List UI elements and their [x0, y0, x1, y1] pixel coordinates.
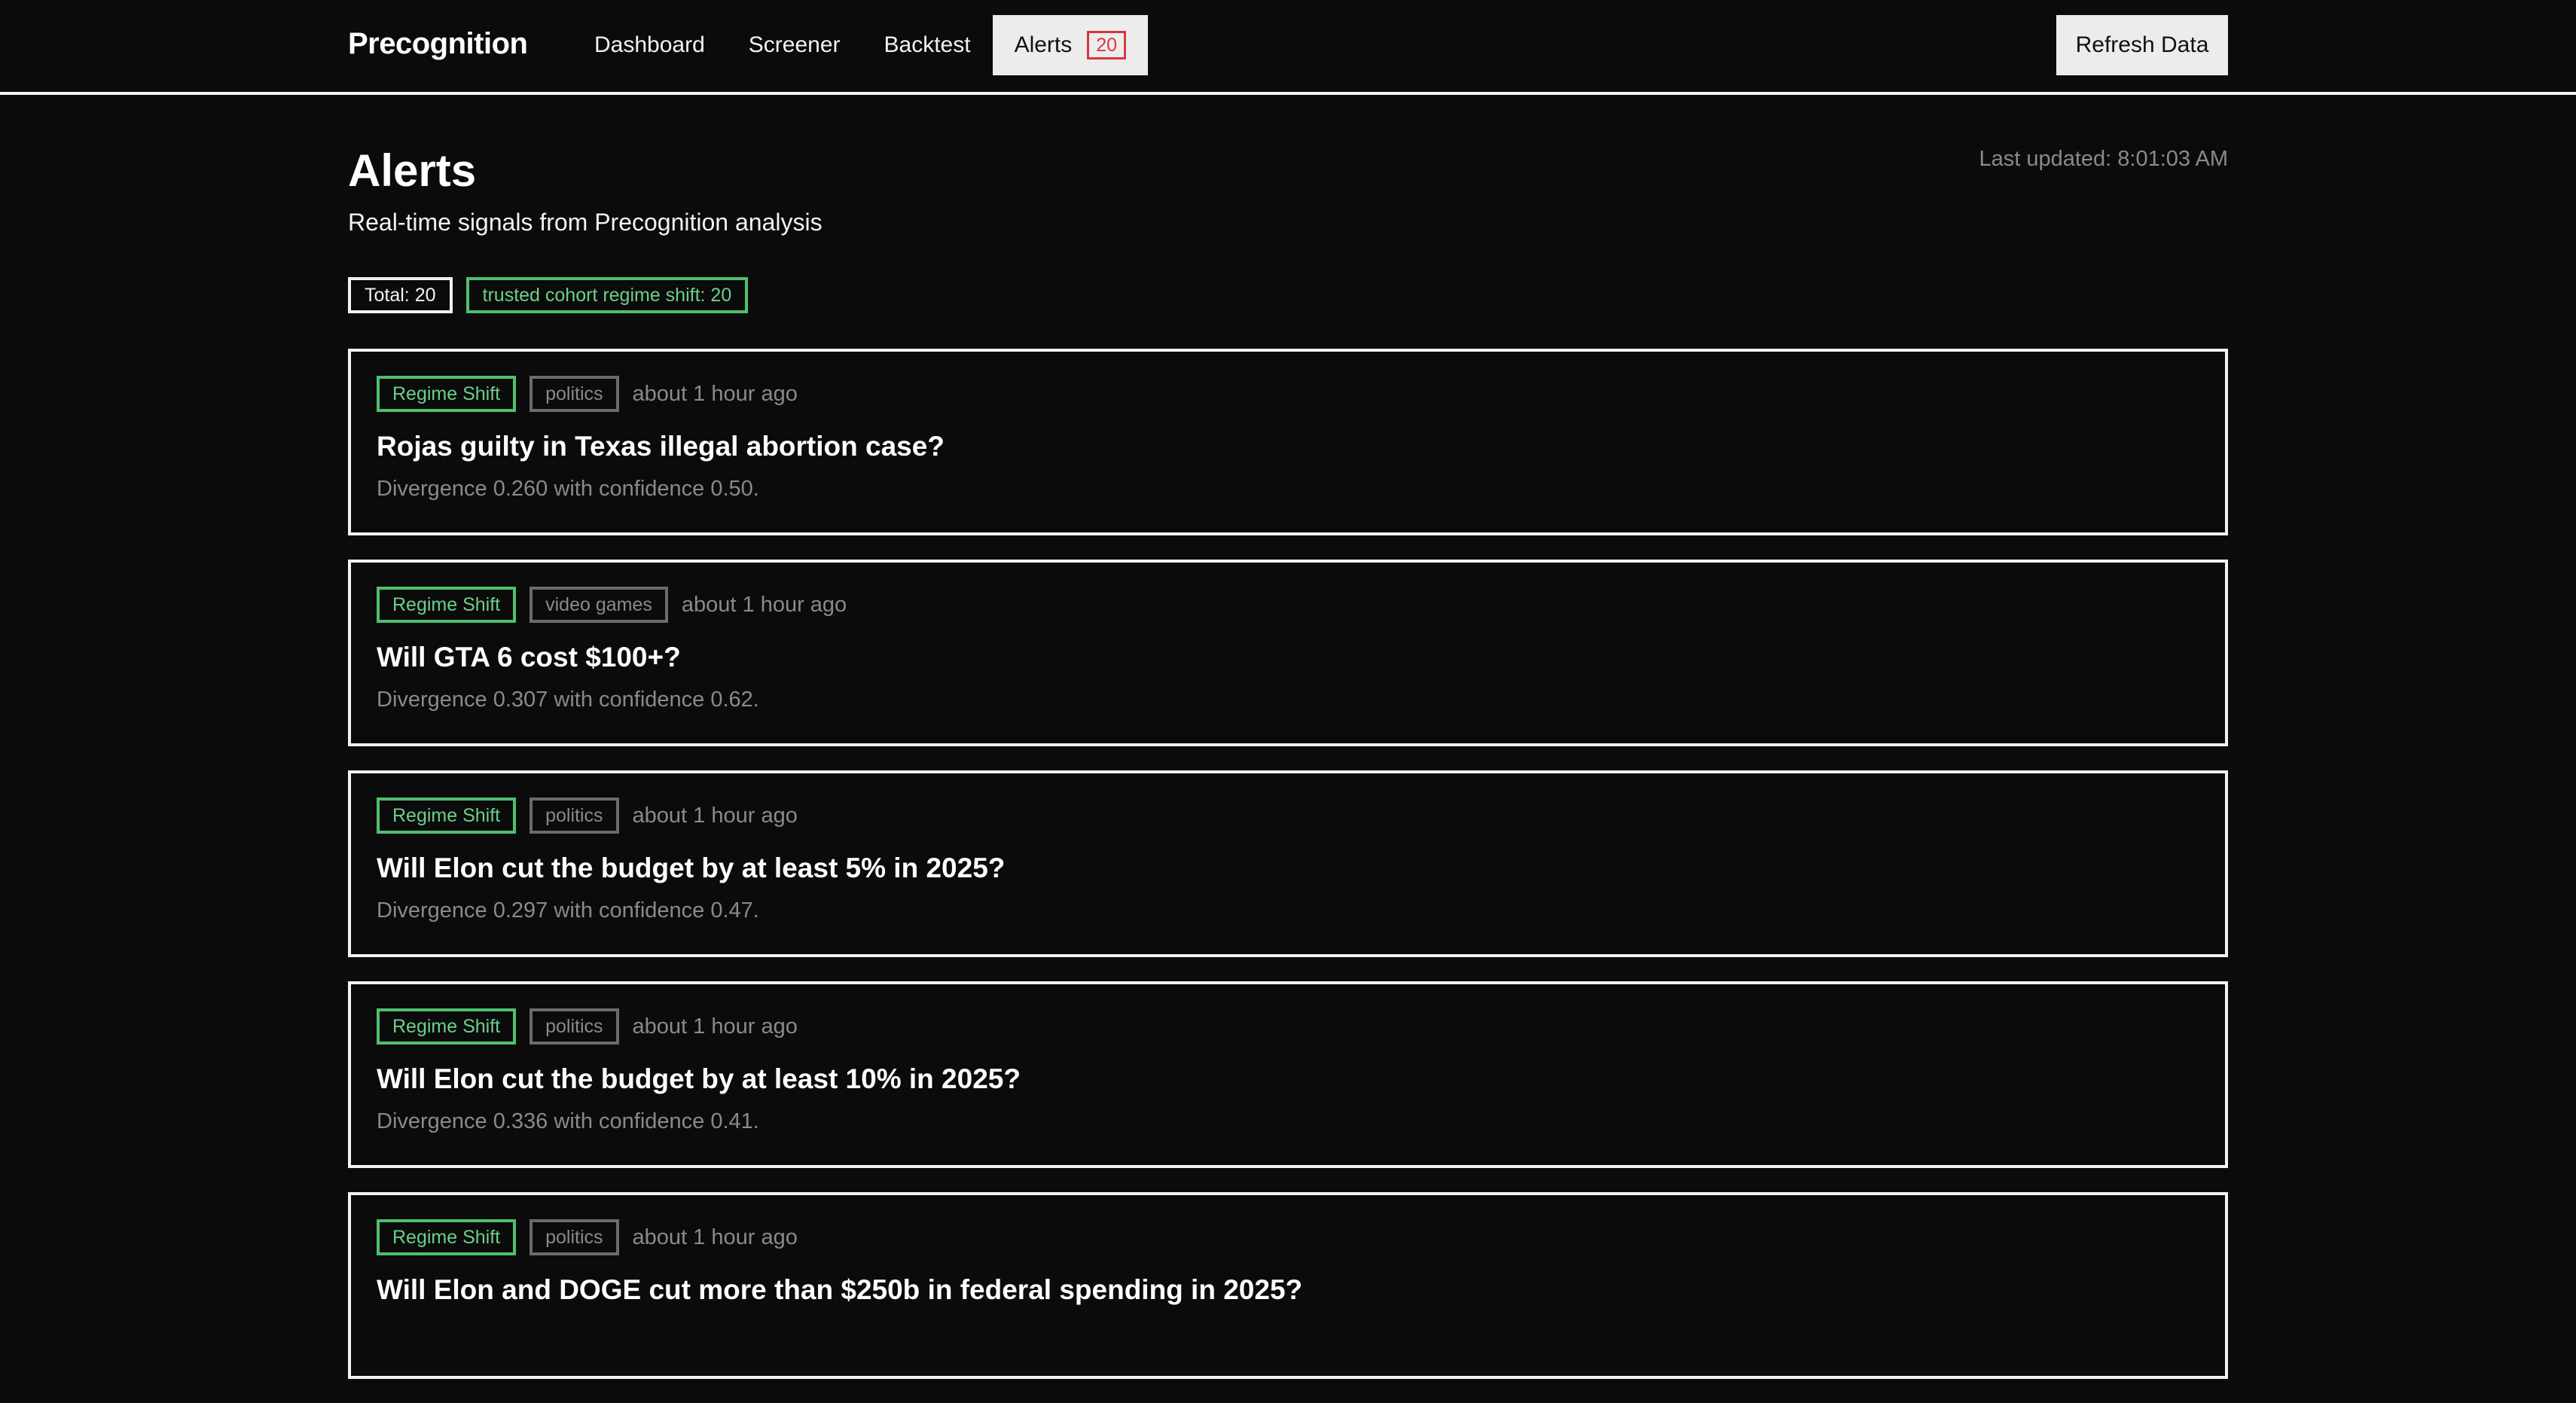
alert-title: Will GTA 6 cost $100+?	[377, 642, 681, 673]
alerts-count-badge: 20	[1087, 31, 1127, 59]
alert-meta: Regime Shift video games about 1 hour ag…	[377, 587, 2199, 623]
regime-shift-count-chip: trusted cohort regime shift: 20	[465, 277, 749, 313]
alert-type-tag: Regime Shift	[377, 798, 517, 834]
alert-category-tag: politics	[530, 376, 619, 412]
alert-description: Divergence 0.297 with confidence 0.47.	[377, 898, 759, 923]
alert-title: Will Elon cut the budget by at least 10%…	[377, 1063, 1021, 1094]
page-subtitle: Real-time signals from Precognition anal…	[348, 209, 823, 236]
brand-logo[interactable]: Precognition	[348, 27, 528, 61]
alert-category-tag: video games	[530, 587, 668, 623]
alert-type-tag: Regime Shift	[377, 376, 517, 412]
alert-type-tag: Regime Shift	[377, 587, 517, 623]
alert-description: Divergence 0.307 with confidence 0.62.	[377, 688, 759, 712]
alert-title: Rojas guilty in Texas illegal abortion c…	[377, 431, 945, 462]
nav-dashboard[interactable]: Dashboard	[572, 15, 727, 75]
alert-summary: Total: 20 trusted cohort regime shift: 2…	[348, 277, 749, 313]
main-nav: Dashboard Screener Backtest Alerts 20	[572, 15, 1149, 75]
top-navigation-bar: Precognition Dashboard Screener Backtest…	[0, 0, 2576, 95]
alert-meta: Regime Shift politics about 1 hour ago	[377, 376, 2199, 412]
alert-category-tag: politics	[530, 798, 619, 834]
alert-type-tag: Regime Shift	[377, 1008, 517, 1045]
alert-title: Will Elon and DOGE cut more than $250b i…	[377, 1274, 1303, 1305]
nav-alerts-label: Alerts	[1014, 32, 1073, 57]
alert-meta: Regime Shift politics about 1 hour ago	[377, 798, 2199, 834]
alert-category-tag: politics	[530, 1008, 619, 1045]
alert-card[interactable]: Regime Shift video games about 1 hour ag…	[348, 560, 2228, 746]
alert-time: about 1 hour ago	[632, 803, 798, 828]
alert-meta: Regime Shift politics about 1 hour ago	[377, 1008, 2199, 1045]
alert-meta: Regime Shift politics about 1 hour ago	[377, 1219, 2199, 1255]
alert-time: about 1 hour ago	[632, 1014, 798, 1039]
alert-description: Divergence 0.336 with confidence 0.41.	[377, 1109, 759, 1133]
alert-type-tag: Regime Shift	[377, 1219, 517, 1255]
alert-time: about 1 hour ago	[632, 381, 798, 406]
total-count-chip: Total: 20	[348, 277, 453, 313]
nav-backtest[interactable]: Backtest	[862, 15, 993, 75]
alert-card[interactable]: Regime Shift politics about 1 hour ago W…	[348, 1192, 2228, 1379]
refresh-data-button[interactable]: Refresh Data	[2056, 15, 2228, 75]
alert-card[interactable]: Regime Shift politics about 1 hour ago W…	[348, 770, 2228, 957]
alert-card[interactable]: Regime Shift politics about 1 hour ago R…	[348, 349, 2228, 535]
alert-card[interactable]: Regime Shift politics about 1 hour ago W…	[348, 981, 2228, 1168]
page-title: Alerts	[348, 145, 477, 196]
alerts-list: Regime Shift politics about 1 hour ago R…	[348, 349, 2228, 1403]
alert-time: about 1 hour ago	[681, 592, 847, 617]
alert-category-tag: politics	[530, 1219, 619, 1255]
alert-title: Will Elon cut the budget by at least 5% …	[377, 852, 1006, 883]
alert-time: about 1 hour ago	[632, 1225, 798, 1249]
last-updated-timestamp: Last updated: 8:01:03 AM	[1979, 147, 2228, 171]
alert-description: Divergence 0.260 with confidence 0.50.	[377, 477, 759, 501]
nav-screener[interactable]: Screener	[727, 15, 862, 75]
nav-alerts[interactable]: Alerts 20	[992, 15, 1149, 75]
